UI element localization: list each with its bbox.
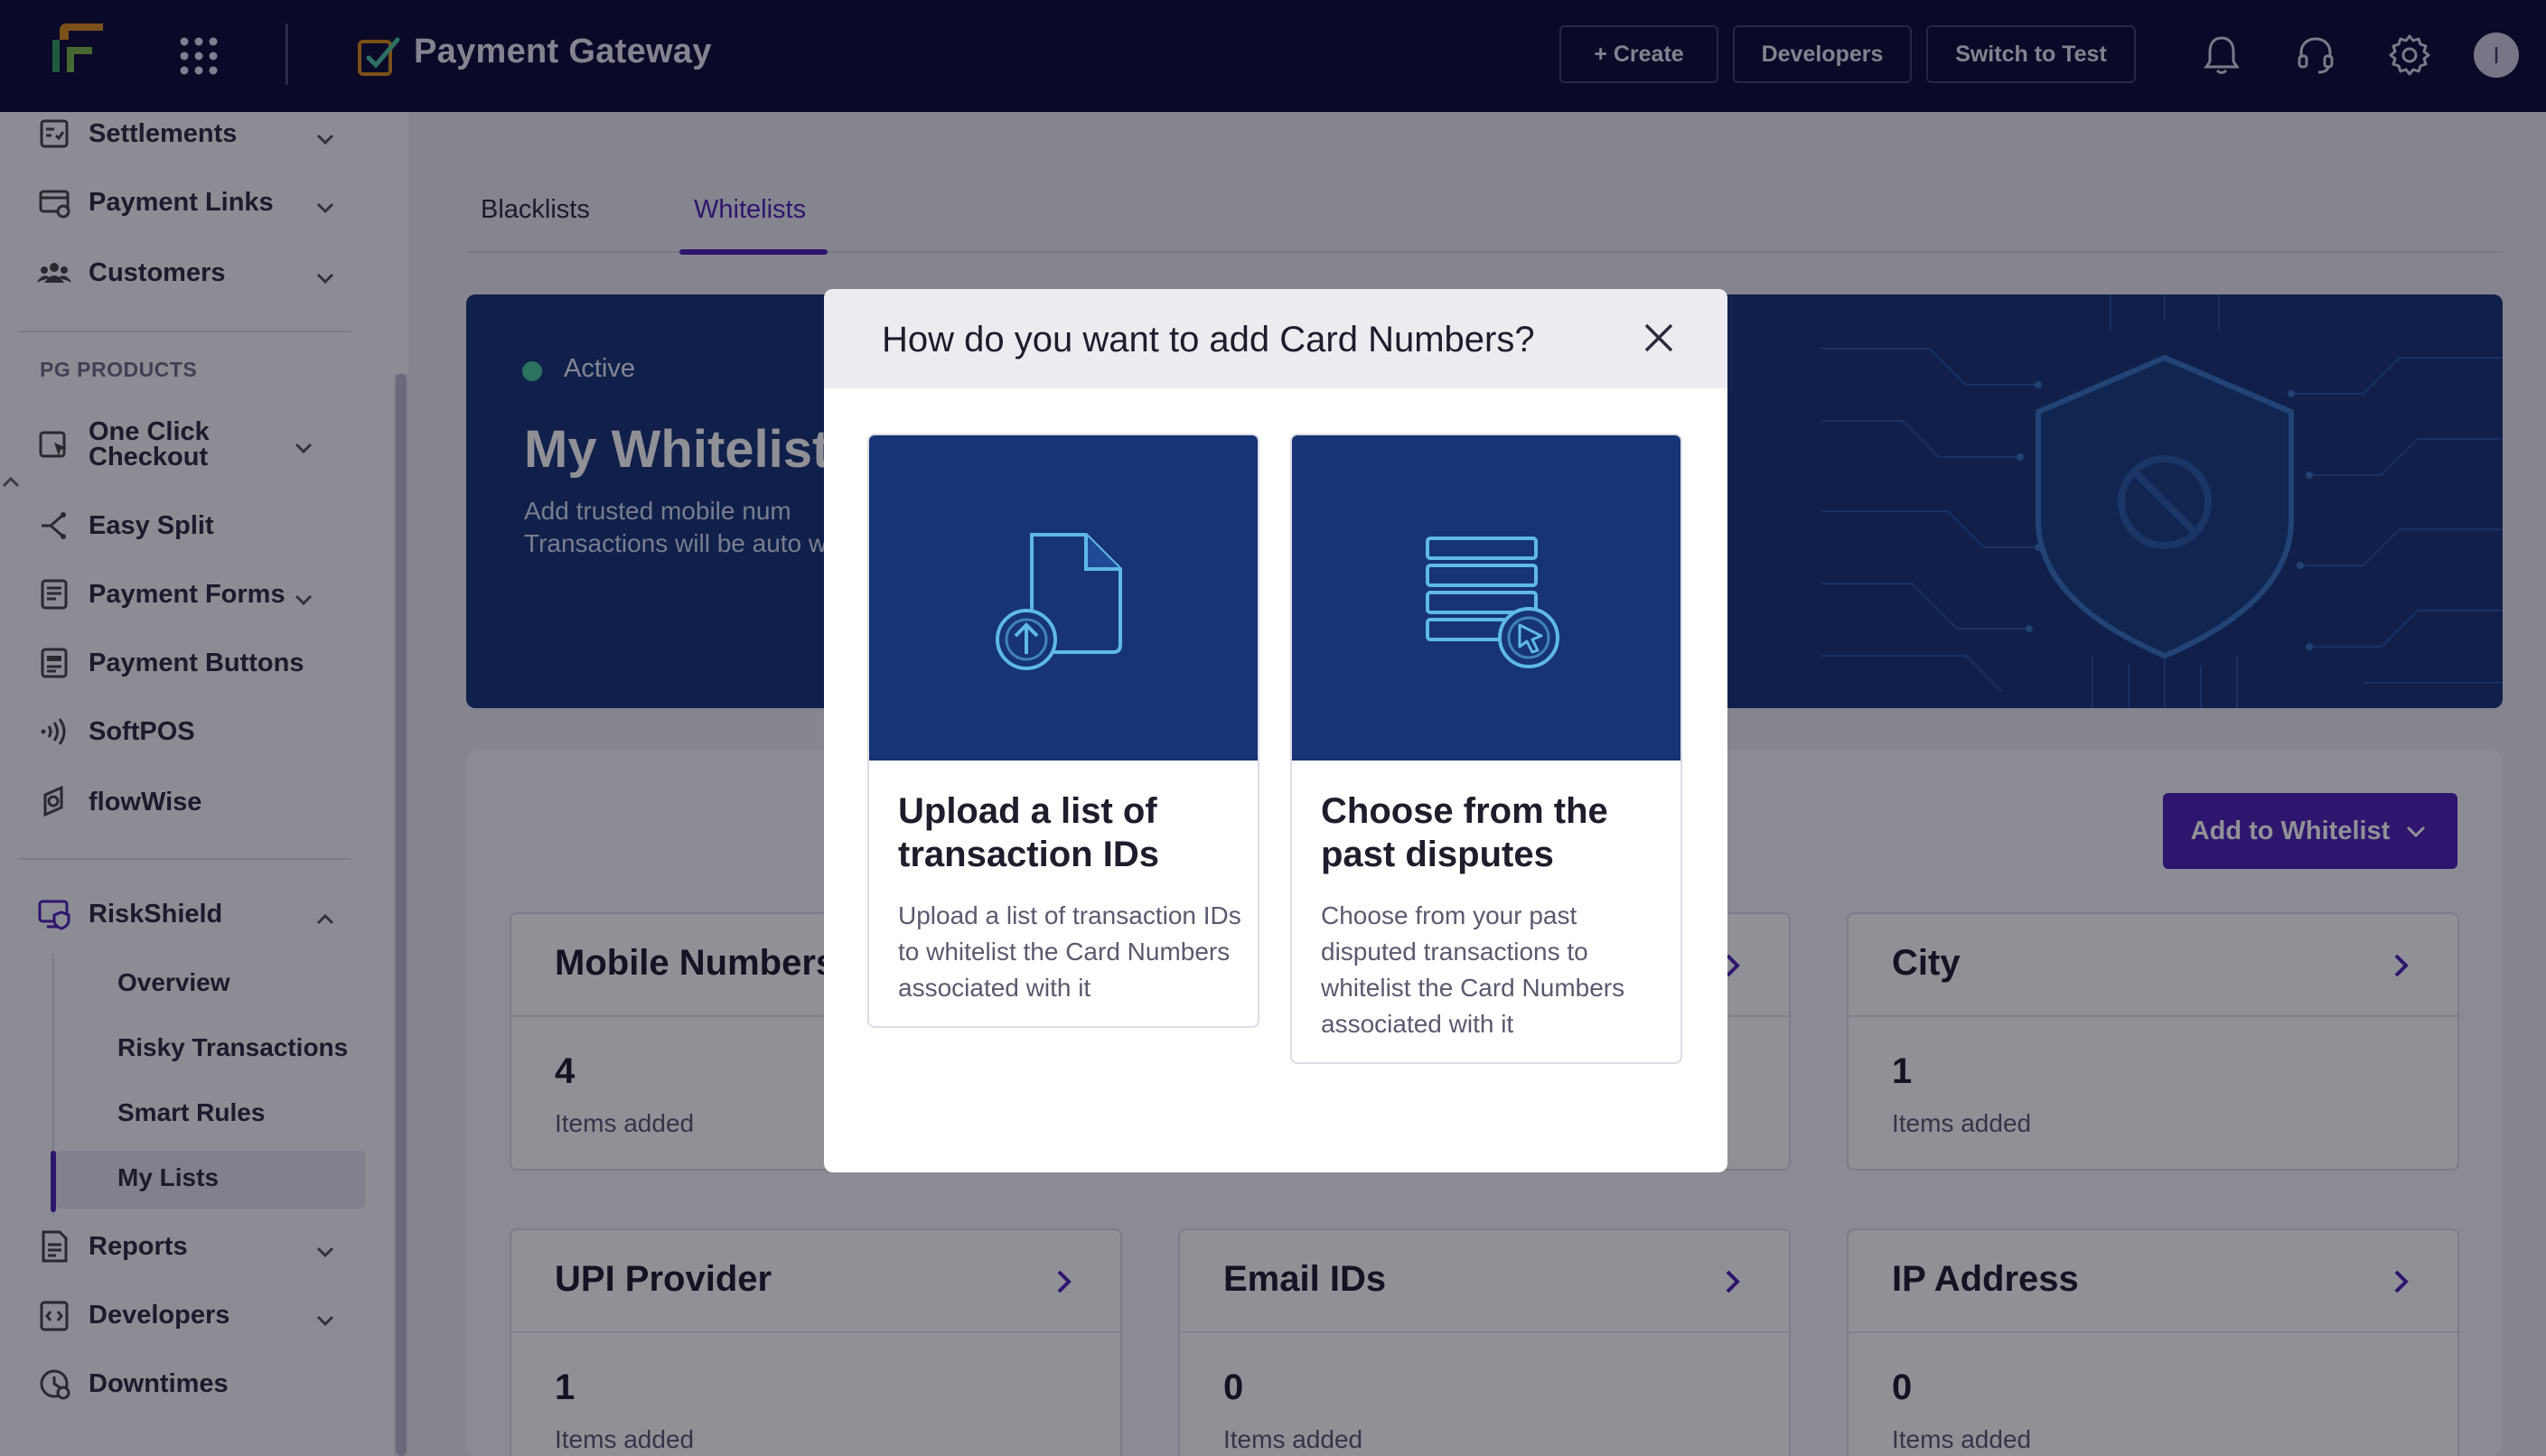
- option-illustration: [869, 435, 1258, 761]
- file-upload-icon: [996, 533, 1122, 670]
- close-icon[interactable]: [1639, 318, 1679, 358]
- modal-title: How do you want to add Card Numbers?: [882, 320, 1535, 359]
- list-select-icon: [1426, 537, 1559, 668]
- option-title: Upload a list of transaction IDs: [898, 791, 1159, 874]
- option-upload-transaction-ids[interactable]: Upload a list of transaction IDs Upload …: [867, 434, 1259, 1028]
- option-description: Choose from your past disputed transacti…: [1321, 901, 1625, 1038]
- option-title: Choose from the past disputes: [1321, 791, 1608, 874]
- option-description: Upload a list of transaction IDs to whit…: [898, 901, 1241, 1002]
- option-choose-past-disputes[interactable]: Choose from the past disputes Choose fro…: [1290, 434, 1682, 1064]
- option-illustration: [1292, 435, 1680, 761]
- add-card-numbers-modal: How do you want to add Card Numbers? Upl…: [824, 289, 1727, 1172]
